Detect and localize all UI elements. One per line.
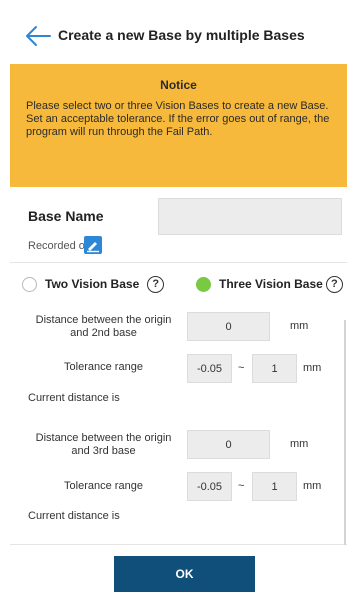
two-vision-base-radio[interactable] [22,276,37,292]
notice-line-2: Set an acceptable tolerance. If the erro… [26,113,330,138]
tolerance-3rd-max-input[interactable]: 1 [252,472,297,501]
tolerance-2nd-min-input[interactable]: -0.05 [187,354,232,383]
two-vision-base-label: Two Vision Base [45,277,140,291]
tolerance-3rd-label: Tolerance range [64,480,143,492]
notice-text: Please select two or three Vision Bases … [26,100,346,139]
tolerance-3rd-min-input[interactable]: -0.05 [187,472,232,501]
help-icon[interactable]: ? [325,275,343,293]
distance-2nd-label: Distance between the origin and 2nd base [35,314,172,339]
distance-2nd-unit: mm [290,320,309,332]
divider [10,262,347,263]
record-icon[interactable] [84,236,102,254]
arrow-left-icon [26,26,51,46]
tolerance-2nd-max-input[interactable]: 1 [252,354,297,383]
tolerance-2nd-separator: ~ [238,362,245,374]
base-name-label: Base Name [28,208,104,224]
help-icon[interactable]: ? [147,275,165,293]
header: Create a new Base by multiple Bases [0,0,347,62]
recorded-on-label: Recorded on [28,240,91,252]
distance-3rd-label: Distance between the origin and 3rd base [35,432,172,457]
notice-line-1: Please select two or three Vision Bases … [26,100,329,112]
ok-button[interactable]: OK [114,556,255,592]
tolerance-2nd-unit: mm [303,362,322,374]
scrollbar[interactable] [344,320,346,545]
tolerance-3rd-separator: ~ [238,480,245,492]
notice-box: Notice Please select two or three Vision… [10,64,347,187]
three-vision-base-radio[interactable] [196,276,211,292]
three-vision-base-label: Three Vision Base [219,277,323,291]
three-vision-base-option[interactable]: Three Vision Base ? [196,272,343,296]
current-distance-3rd: Current distance is [28,510,120,522]
two-vision-base-option[interactable]: Two Vision Base ? [22,272,165,296]
current-distance-2nd: Current distance is [28,392,120,404]
base-name-input[interactable] [158,198,342,235]
notice-title: Notice [160,78,197,92]
distance-3rd-input[interactable]: 0 [187,430,270,459]
distance-3rd-unit: mm [290,438,309,450]
back-button[interactable] [24,24,52,48]
record-glyph [87,242,99,253]
tolerance-3rd-unit: mm [303,480,322,492]
page-title: Create a new Base by multiple Bases [58,27,305,43]
tolerance-2nd-label: Tolerance range [64,361,143,373]
distance-2nd-input[interactable]: 0 [187,312,270,341]
